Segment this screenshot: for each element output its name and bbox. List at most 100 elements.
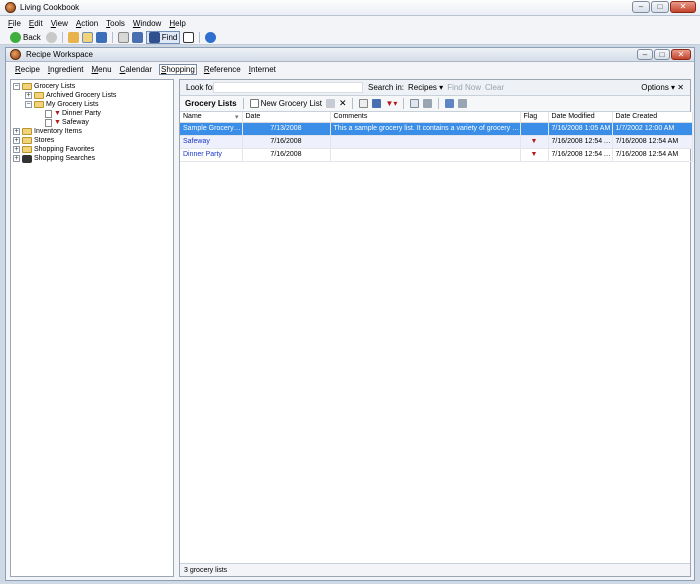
copy-icon[interactable] (445, 99, 455, 108)
binoculars-icon (148, 31, 160, 43)
cell-name[interactable]: Sample Grocery List (180, 122, 243, 136)
back-label: Back (23, 32, 41, 42)
sort-icon[interactable] (131, 31, 143, 43)
filter-icon[interactable] (183, 31, 195, 43)
collapse-icon[interactable]: − (25, 101, 32, 108)
column-header-comments[interactable]: Comments (330, 112, 521, 123)
expand-icon[interactable]: + (13, 146, 20, 153)
tab-calendar[interactable]: Calendar (119, 65, 153, 74)
tree-item-grocery-lists[interactable]: − Grocery Lists (13, 82, 75, 91)
tree-item-inventory-items[interactable]: + Inventory Items (13, 127, 82, 136)
cell-flag[interactable]: ▼ (520, 135, 549, 149)
help-icon[interactable] (205, 31, 217, 43)
print-preview-icon[interactable] (410, 99, 420, 108)
menu-help[interactable]: Help (169, 19, 185, 28)
window-controls: – □ ✕ (632, 1, 696, 13)
cell-name[interactable]: Dinner Party (180, 148, 243, 162)
table-row[interactable]: Sample Grocery List 7/13/2008 This a sam… (180, 122, 693, 136)
sort-down-icon: ▾ (234, 113, 239, 121)
tab-shopping[interactable]: Shopping (159, 63, 197, 75)
clear-button[interactable]: Clear (485, 83, 504, 92)
status-text: 3 grocery lists (184, 566, 228, 574)
expand-icon[interactable]: + (13, 155, 20, 162)
table-row[interactable]: Safeway 7/16/2008 ▼ 7/16/2008 12:54 AM 7… (180, 135, 693, 149)
notes-icon[interactable] (359, 99, 369, 108)
app-logo-icon (5, 2, 16, 13)
folders-icon[interactable] (81, 31, 93, 43)
tree-item-dinner-party[interactable]: ▼ Dinner Party (45, 109, 101, 118)
home-icon[interactable] (67, 31, 79, 43)
grocery-list-pane: Look for: Search in: Recipes ▾ Find Now … (179, 79, 693, 577)
cell-comments (330, 148, 521, 162)
tree-label: Stores (34, 137, 55, 144)
menu-bar: File Edit View Action Tools Window Help (0, 16, 700, 30)
tab-menu[interactable]: Menu (91, 65, 113, 74)
export-icon[interactable] (458, 99, 468, 108)
cell-name[interactable]: Safeway (180, 135, 243, 149)
menu-edit[interactable]: Edit (29, 19, 43, 28)
forward-icon[interactable] (45, 31, 57, 43)
cell-date: 7/16/2008 (242, 135, 331, 149)
tab-ingredient[interactable]: Ingredient (47, 65, 85, 74)
tree-item-stores[interactable]: + Stores (13, 136, 54, 145)
column-header-date[interactable]: Date (242, 112, 331, 123)
workspace-minimize-button[interactable]: – (637, 49, 653, 60)
notes-icon[interactable] (117, 31, 129, 43)
tree-item-my-grocery-lists[interactable]: − My Grocery Lists (25, 100, 99, 109)
tab-internet[interactable]: Internet (248, 65, 277, 74)
menu-window[interactable]: Window (133, 19, 161, 28)
tree-item-safeway[interactable]: ▼ Safeway (45, 118, 89, 127)
flag-dropdown-icon[interactable]: ▼▾ (385, 99, 397, 108)
expand-icon[interactable]: + (13, 128, 20, 135)
menu-view[interactable]: View (51, 19, 68, 28)
cell-date-modified: 7/16/2008 1:05 AM (548, 122, 613, 136)
menu-file[interactable]: File (8, 19, 21, 28)
tree-label: Shopping Searches (34, 155, 96, 162)
tree-item-archived-grocery-lists[interactable]: + Archived Grocery Lists (25, 91, 116, 100)
folder-icon (22, 137, 32, 144)
delete-icon[interactable]: ✕ (339, 98, 347, 109)
cell-flag[interactable] (520, 122, 549, 136)
back-button[interactable]: Back (8, 31, 43, 43)
toolbar-separator (242, 98, 244, 109)
expand-icon[interactable]: + (13, 137, 20, 144)
options-label: Options (641, 83, 669, 92)
column-header-date-created[interactable]: Date Created (612, 112, 693, 123)
preview-pane-icon[interactable] (95, 31, 107, 43)
tab-recipe[interactable]: Recipe (14, 65, 41, 74)
print-icon[interactable] (423, 99, 433, 108)
search-bar: Look for: Search in: Recipes ▾ Find Now … (180, 80, 690, 96)
find-button[interactable]: Find (145, 30, 181, 44)
column-header-name[interactable]: Name ▾ (180, 112, 243, 123)
cell-flag[interactable]: ▼ (520, 148, 549, 162)
column-header-date-modified[interactable]: Date Modified (548, 112, 613, 123)
close-button[interactable]: ✕ (670, 1, 696, 13)
menu-action[interactable]: Action (76, 19, 98, 28)
folder-open-icon (34, 101, 44, 108)
new-grocery-list-button[interactable]: New Grocery List (249, 99, 322, 108)
minimize-button[interactable]: – (632, 1, 650, 13)
options-menu[interactable]: Options ▾ ✕ (641, 83, 684, 92)
tree-label: Inventory Items (34, 128, 82, 135)
sort-icon[interactable] (372, 99, 382, 108)
search-in-dropdown[interactable]: Recipes ▾ (408, 83, 443, 92)
find-now-button[interactable]: Find Now (447, 83, 481, 92)
edit-icon[interactable] (325, 99, 335, 108)
main-toolbar: Back Find (0, 30, 700, 45)
search-input[interactable] (213, 82, 363, 93)
maximize-button[interactable]: □ (651, 1, 669, 13)
tree-item-shopping-favorites[interactable]: + Shopping Favorites (13, 145, 94, 154)
tab-reference[interactable]: Reference (203, 65, 242, 74)
collapse-icon[interactable]: − (13, 83, 20, 90)
expand-icon[interactable]: + (25, 92, 32, 99)
tree-item-shopping-searches[interactable]: + Shopping Searches (13, 154, 95, 163)
toolbar-separator (352, 98, 354, 109)
workspace-tabs: Recipe Ingredient Menu Calendar Shopping… (6, 62, 694, 76)
back-arrow-icon (10, 31, 21, 43)
workspace-maximize-button[interactable]: □ (654, 49, 670, 60)
workspace-close-button[interactable]: ✕ (671, 49, 691, 60)
column-header-flag[interactable]: Flag (520, 112, 549, 123)
tree-label: My Grocery Lists (46, 101, 99, 108)
menu-tools[interactable]: Tools (106, 19, 125, 28)
table-row[interactable]: Dinner Party 7/16/2008 ▼ 7/16/2008 12:54… (180, 148, 693, 162)
